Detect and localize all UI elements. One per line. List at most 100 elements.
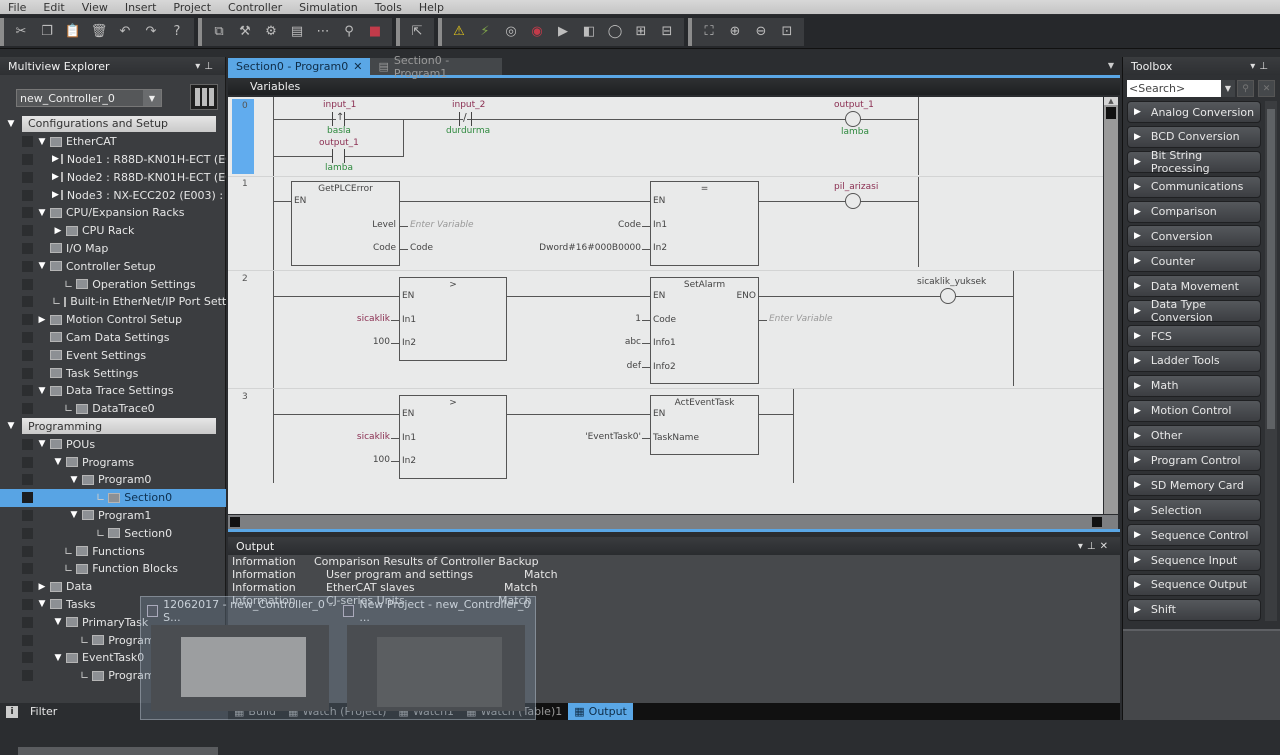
variable-label[interactable]: Code bbox=[618, 220, 641, 230]
transfer-from-icon[interactable]: ◧ bbox=[576, 21, 602, 43]
tree-item-checkbox[interactable] bbox=[22, 260, 33, 272]
bottom-tab-output[interactable]: ▦ Output bbox=[568, 703, 633, 720]
tree-item-checkbox[interactable] bbox=[22, 474, 33, 486]
menu-help[interactable]: Help bbox=[419, 1, 444, 14]
sync-icon[interactable]: ⊞ bbox=[628, 21, 654, 43]
contact-variable[interactable]: output_1 bbox=[319, 138, 359, 148]
tree-item-checkbox[interactable] bbox=[22, 385, 33, 397]
monitor-icon[interactable]: ◎ bbox=[498, 21, 524, 43]
tree-item-checkbox[interactable] bbox=[22, 171, 33, 183]
variable-label[interactable]: 1 bbox=[635, 314, 641, 324]
warning-icon[interactable]: ⚠ bbox=[446, 21, 472, 43]
variable-label[interactable]: def bbox=[627, 361, 641, 371]
toolbox-category[interactable]: ▶ Selection bbox=[1127, 499, 1261, 522]
dropdown-icon[interactable]: ▾ bbox=[1078, 541, 1087, 552]
pin-icon[interactable]: ⊥ bbox=[1259, 61, 1272, 72]
tree-item[interactable]: ▼ Program1 bbox=[0, 507, 226, 525]
toolbox-category[interactable]: ▶ Conversion bbox=[1127, 225, 1261, 248]
tree-item[interactable]: ▼ Programming bbox=[0, 418, 226, 436]
expand-arrow-icon[interactable]: ▼ bbox=[36, 261, 48, 271]
cross-reference-icon[interactable]: ⋯ bbox=[310, 21, 336, 43]
transfer-to-icon[interactable]: ▶ bbox=[550, 21, 576, 43]
output-coil[interactable] bbox=[845, 193, 861, 209]
tree-item[interactable]: ▶ Data bbox=[0, 578, 226, 596]
watch-icon[interactable]: ▤ bbox=[284, 21, 310, 43]
function-block-getplcerror[interactable]: GetPLCError EN Level Code bbox=[291, 181, 400, 266]
toolbox-category[interactable]: ▶ Motion Control bbox=[1127, 399, 1261, 422]
tree-item-checkbox[interactable] bbox=[22, 670, 33, 682]
output-coil[interactable] bbox=[845, 111, 861, 127]
tree-item-checkbox[interactable] bbox=[22, 189, 33, 201]
taskbar-preview-window[interactable]: 12062017 - new_Controller_0 - S... bbox=[147, 598, 337, 715]
expand-arrow-icon[interactable]: ▼ bbox=[36, 137, 48, 147]
scroll-thumb[interactable] bbox=[1267, 109, 1275, 429]
tree-item-checkbox[interactable] bbox=[22, 153, 33, 165]
tree-item-checkbox[interactable] bbox=[22, 438, 33, 450]
undo-icon[interactable]: ↶ bbox=[112, 21, 138, 43]
coil-variable[interactable]: pil_arizasi bbox=[834, 182, 878, 192]
pin-icon[interactable]: ⊥ bbox=[204, 61, 217, 72]
tree-item[interactable]: ▼ Programs bbox=[0, 453, 226, 471]
tree-item[interactable]: ▼ EtherCAT bbox=[0, 133, 226, 151]
variable-label[interactable]: sicaklik bbox=[357, 432, 390, 442]
tree-item[interactable]: ▼ POUs bbox=[0, 435, 226, 453]
find-icon[interactable]: ⚲ bbox=[336, 21, 362, 43]
expand-arrow-icon[interactable]: ▼ bbox=[52, 653, 64, 663]
toolbox-scrollbar[interactable] bbox=[1265, 101, 1277, 621]
variable-label[interactable]: 100 bbox=[373, 455, 390, 465]
tree-item-checkbox[interactable] bbox=[22, 492, 33, 504]
tree-item-checkbox[interactable] bbox=[22, 563, 33, 575]
toolbox-category[interactable]: ▶ Counter bbox=[1127, 250, 1261, 273]
tree-item[interactable]: ▼ Controller Setup bbox=[0, 257, 226, 275]
zoom-select-icon[interactable]: ⊡ bbox=[774, 21, 800, 43]
search-icon[interactable]: ⚲ bbox=[1237, 80, 1254, 97]
explorer-horizontal-scrollbar[interactable] bbox=[18, 747, 218, 755]
expand-arrow-icon[interactable]: ▼ bbox=[36, 599, 48, 609]
menu-tools[interactable]: Tools bbox=[375, 1, 402, 14]
toolbox-category[interactable]: ▶ Sequence Output bbox=[1127, 573, 1261, 596]
expand-arrow-icon[interactable]: ▶ bbox=[52, 190, 59, 200]
output-row[interactable]: Information User program and settings Matc… bbox=[228, 568, 1120, 581]
tree-item-checkbox[interactable] bbox=[22, 314, 33, 326]
menu-project[interactable]: Project bbox=[173, 1, 211, 14]
help-icon[interactable]: ? bbox=[164, 21, 190, 43]
expand-arrow-icon[interactable]: ▶ bbox=[36, 315, 48, 325]
tree-item-checkbox[interactable] bbox=[22, 545, 33, 557]
fit-icon[interactable]: ⛶ bbox=[696, 21, 722, 43]
tree-item-checkbox[interactable] bbox=[22, 331, 33, 343]
ladder-canvas[interactable]: 0 input_1 ↑ basla output_1 lamba input_2… bbox=[228, 97, 1103, 514]
compare-icon[interactable]: ◯ bbox=[602, 21, 628, 43]
contact-variable[interactable]: input_1 bbox=[323, 100, 356, 110]
tree-item[interactable]: ▶ Motion Control Setup bbox=[0, 311, 226, 329]
toolbox-category[interactable]: ▶ Sequence Control bbox=[1127, 524, 1261, 547]
enter-variable-placeholder[interactable]: Enter Variable bbox=[410, 220, 474, 230]
zoom-in-icon[interactable]: ⊕ bbox=[722, 21, 748, 43]
variables-bar[interactable]: Variables bbox=[228, 78, 1120, 95]
menu-insert[interactable]: Insert bbox=[125, 1, 157, 14]
scroll-right-icon[interactable] bbox=[1092, 517, 1102, 527]
toolbox-category[interactable]: ▶ Other bbox=[1127, 424, 1261, 447]
scroll-thumb[interactable] bbox=[1106, 107, 1116, 119]
toolbox-category[interactable]: ▶ Data Movement bbox=[1127, 275, 1261, 298]
toolbox-category[interactable]: ▶ Sequence Input bbox=[1127, 549, 1261, 572]
monitor-red-icon[interactable]: ◉ bbox=[524, 21, 550, 43]
function-block-equal[interactable]: = EN In1 In2 bbox=[650, 181, 759, 266]
toolbox-search-input[interactable]: <Search> bbox=[1127, 80, 1221, 97]
scroll-left-icon[interactable] bbox=[230, 517, 240, 527]
tab-section0-program0[interactable]: Section0 - Program0 ✕ bbox=[228, 58, 371, 75]
tree-item-checkbox[interactable] bbox=[22, 136, 33, 148]
function-block-acteventtask[interactable]: ActEventTask EN TaskName bbox=[650, 395, 759, 455]
expand-arrow-icon[interactable]: ▶ bbox=[52, 226, 64, 236]
close-icon[interactable]: ✕ bbox=[1100, 541, 1112, 552]
tree-item[interactable]: ∟ Function Blocks bbox=[0, 560, 226, 578]
tree-item-checkbox[interactable] bbox=[22, 225, 33, 237]
menu-controller[interactable]: Controller bbox=[228, 1, 282, 14]
tree-item-checkbox[interactable] bbox=[22, 509, 33, 521]
clear-search-icon[interactable]: ✕ bbox=[1258, 80, 1275, 97]
expand-arrow-icon[interactable]: ▼ bbox=[68, 475, 80, 485]
tree-item[interactable]: ▶ Node3 : NX-ECC202 (E003) : C bbox=[0, 186, 226, 204]
tree-item-checkbox[interactable] bbox=[22, 349, 33, 361]
tree-item[interactable]: Cam Data Settings bbox=[0, 329, 226, 347]
function-block-greater-than[interactable]: > EN In1 In2 bbox=[399, 277, 507, 361]
tree-item[interactable]: ▼ Program0 bbox=[0, 471, 226, 489]
